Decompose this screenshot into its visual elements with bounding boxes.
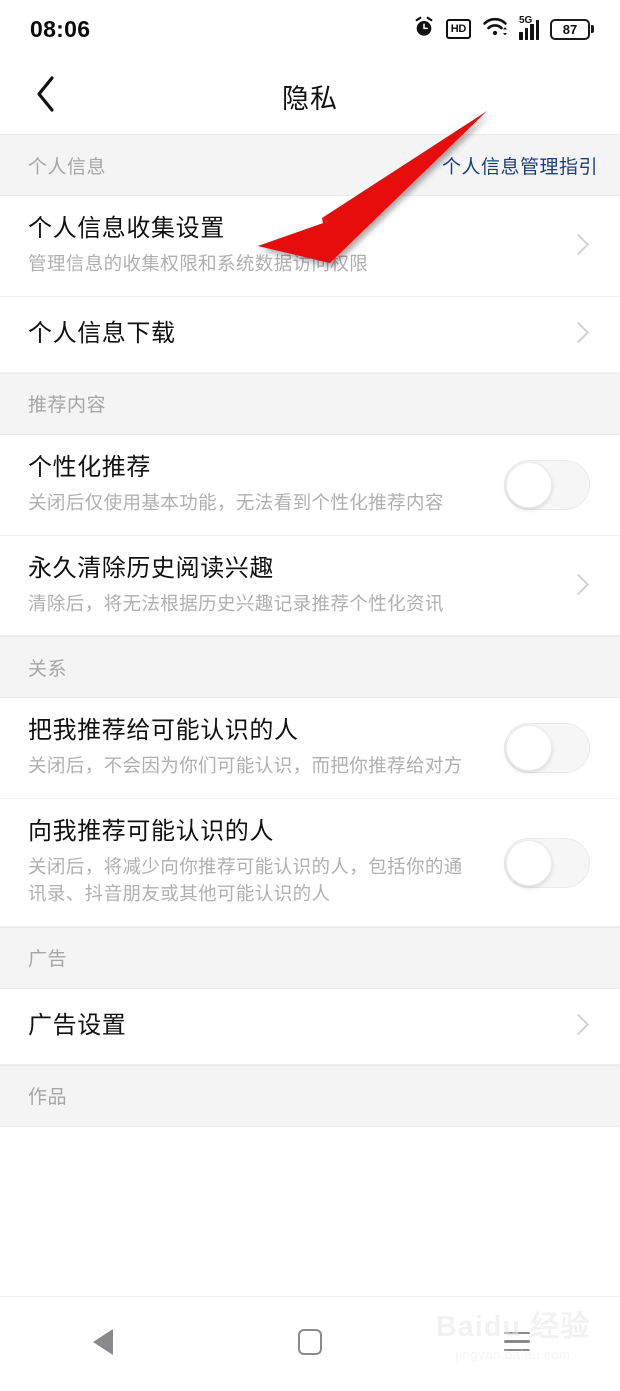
menu-lines-icon [503,1331,530,1352]
back-button[interactable] [22,72,70,120]
row-title: 个性化推荐 [28,453,151,481]
status-icons: HD 5G 87 [413,15,594,43]
system-recents-button[interactable] [413,1331,620,1352]
row-texts: 把我推荐给可能认识的人关闭后，不会因为你们可能认识，而把你推荐给对方 [28,698,504,798]
battery-cap [591,25,594,33]
row-texts: 永久清除历史阅读兴趣清除后，将无法根据历史兴趣记录推荐个性化资讯 [28,536,566,636]
settings-row[interactable]: 向我推荐可能认识的人关闭后，将减少向你推荐可能认识的人，包括你的通讯录、抖音朋友… [0,799,620,927]
system-navigation-bar [0,1296,620,1386]
toggle-switch[interactable] [504,459,590,510]
chevron-right-icon [566,321,592,347]
wifi-icon [482,16,508,43]
chevron-left-icon [33,74,59,119]
section-title: 关系 [28,658,68,680]
network-type-label: 5G [519,15,533,26]
row-subtitle: 清除后，将无法根据历史兴趣记录推荐个性化资讯 [28,592,444,614]
row-title: 个人信息下载 [28,320,176,348]
toggle-knob [506,725,552,772]
status-bar: 08:06 HD 5G 87 [0,0,620,58]
section-header: 作品 [0,1064,620,1127]
hd-icon: HD [445,19,471,39]
toggle-switch[interactable] [504,837,590,888]
row-title: 把我推荐给可能认识的人 [28,717,299,745]
row-subtitle: 关闭后仅使用基本功能，无法看到个性化推荐内容 [28,491,444,513]
row-title: 向我推荐可能认识的人 [28,818,274,846]
battery-icon: 87 [550,18,594,40]
system-back-button[interactable] [0,1328,207,1355]
settings-row[interactable]: 个人信息下载 [0,296,620,373]
row-texts: 个人信息收集设置管理信息的收集权限和系统数据访问权限 [28,196,566,296]
row-title: 永久清除历史阅读兴趣 [28,554,274,582]
settings-row[interactable]: 把我推荐给可能认识的人关闭后，不会因为你们可能认识，而把你推荐给对方 [0,698,620,800]
battery-level-label: 87 [550,18,590,40]
page-title: 隐私 [282,83,338,114]
home-square-icon [298,1328,322,1355]
row-title: 广告设置 [28,1012,127,1040]
section-header: 个人信息 个人信息管理指引 [0,134,620,196]
section-title: 作品 [28,1087,68,1109]
toggle-switch[interactable] [504,723,590,774]
section-link[interactable]: 个人信息管理指引 [442,152,598,179]
signal-5g-icon: 5G [519,15,539,40]
row-title: 个人信息收集设置 [28,215,225,242]
row-texts: 广告设置 [28,989,566,1063]
navigation-bar: 隐私 [0,58,620,134]
back-triangle-icon [93,1328,114,1355]
toggle-knob [506,839,552,886]
alarm-clock-icon [413,16,435,43]
system-home-button[interactable] [207,1328,414,1355]
toggle-knob [506,461,552,508]
section-title: 个人信息 [28,156,107,178]
chevron-right-icon [566,1013,592,1039]
section-title: 广告 [28,949,68,971]
settings-row[interactable]: 永久清除历史阅读兴趣清除后，将无法根据历史兴趣记录推荐个性化资讯 [0,535,620,637]
row-texts: 向我推荐可能认识的人关闭后，将减少向你推荐可能认识的人，包括你的通讯录、抖音朋友… [28,799,504,926]
settings-list: 个人信息 个人信息管理指引 个人信息收集设置 管理信息的收集权限和系统数据访问权限 个人… [0,134,620,1127]
row-texts: 个性化推荐关闭后仅使用基本功能，无法看到个性化推荐内容 [28,435,504,535]
settings-row[interactable]: 广告设置 [0,988,620,1065]
chevron-right-icon [566,573,592,599]
section-header: 推荐内容 [0,372,620,435]
settings-row[interactable]: 个性化推荐关闭后仅使用基本功能，无法看到个性化推荐内容 [0,434,620,536]
row-texts: 个人信息下载 [28,297,566,371]
settings-row[interactable]: 个人信息收集设置管理信息的收集权限和系统数据访问权限 [0,196,620,297]
row-subtitle: 关闭后，将减少向你推荐可能认识的人，包括你的通讯录、抖音朋友或其他可能认识的人 [28,856,463,905]
chevron-right-icon [566,233,592,259]
row-subtitle: 管理信息的收集权限和系统数据访问权限 [28,253,369,274]
section-title: 推荐内容 [28,395,107,417]
section-header: 广告 [0,926,620,989]
row-subtitle: 关闭后，不会因为你们可能认识，而把你推荐给对方 [28,755,463,777]
section-header: 关系 [0,636,620,699]
status-time: 08:06 [30,15,91,42]
